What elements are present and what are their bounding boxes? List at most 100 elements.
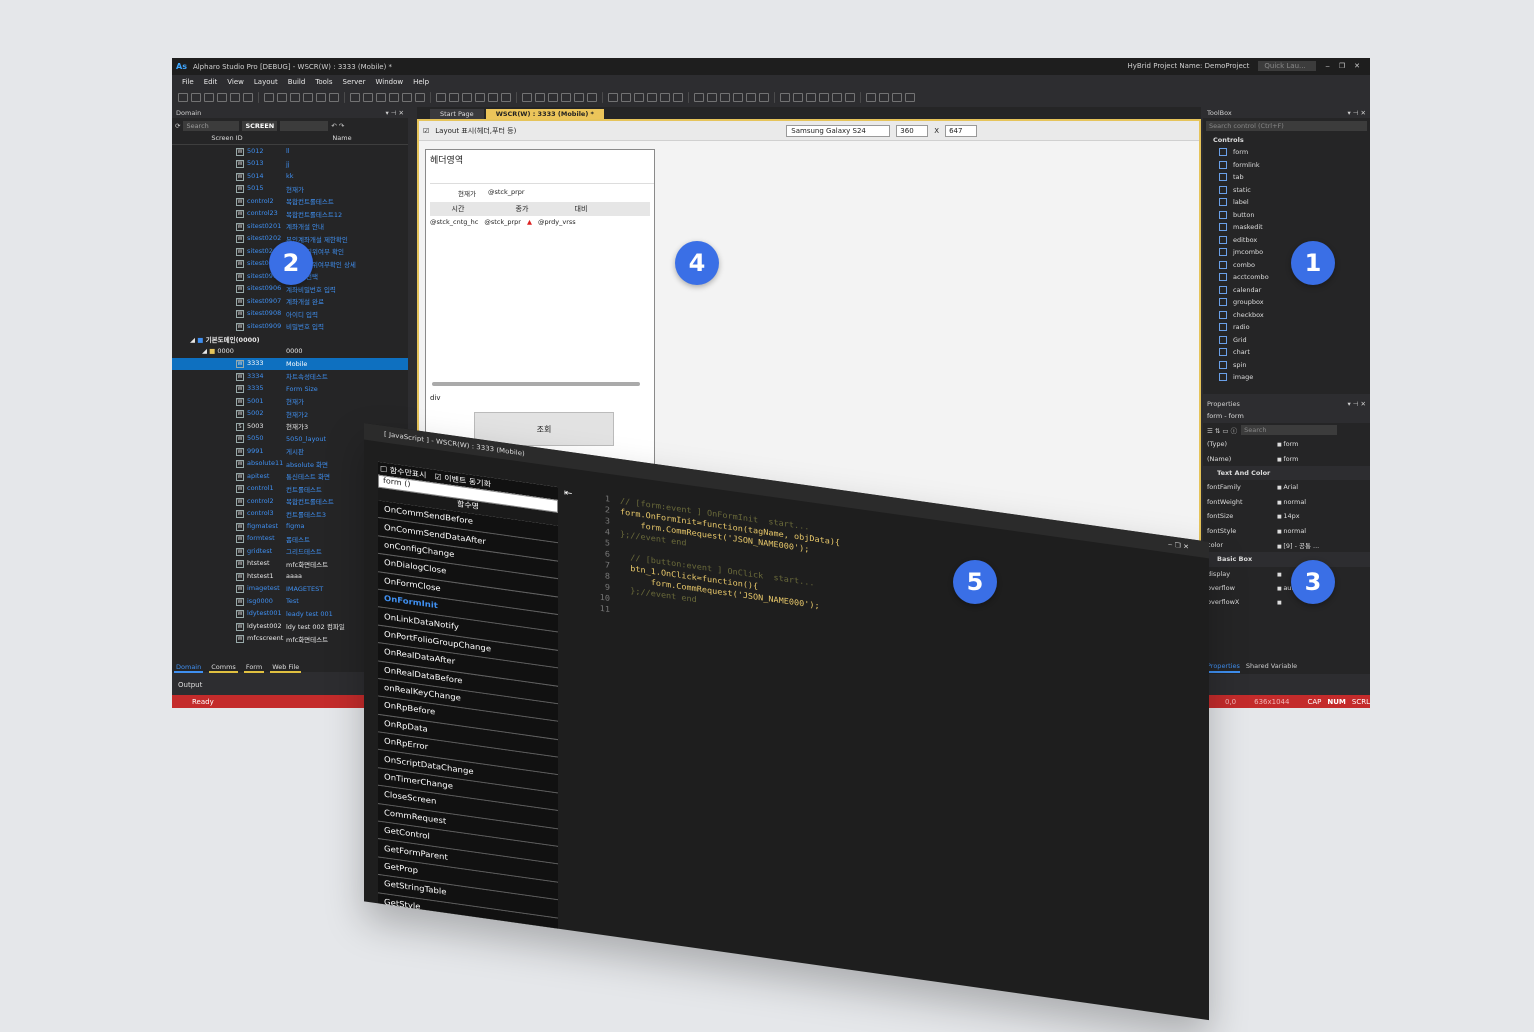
toolbar-icon[interactable] [436,92,446,102]
menu-item[interactable]: File [182,78,194,86]
toolbar-icon[interactable] [660,92,670,102]
toolbar-icon[interactable] [720,92,730,102]
menu-item[interactable]: Help [413,78,429,86]
tab-shared-variable[interactable]: Shared Variable [1246,662,1297,673]
tree-row[interactable]: W 5012 ll [172,145,408,158]
props-search[interactable]: Search [1241,425,1338,435]
domain-tab[interactable]: Domain [174,663,204,673]
tree-folder[interactable]: ◢ ■ 0000 0000 [172,345,408,358]
toolbar-icon[interactable] [522,92,532,102]
toolbar-icon[interactable] [694,92,704,102]
toolbar-icon[interactable] [316,92,326,102]
toolbar-icon[interactable] [780,92,790,102]
toolbox-item[interactable]: image [1203,371,1370,384]
tree-row[interactable]: W 5002 현재가2 [172,408,408,421]
panel-pin-icon[interactable]: ▾ ⊣ ✕ [385,109,404,117]
toolbox-item[interactable]: button [1203,209,1370,222]
property-row[interactable]: (Type) form [1203,437,1370,451]
toolbar-icon[interactable] [746,92,756,102]
tree-row[interactable]: Wcontrol2 복합컨트롤테스트 [172,195,408,208]
collapse-icon[interactable]: ⇤ [564,488,572,499]
toolbar-icon[interactable] [191,92,201,102]
property-value[interactable]: form [1277,440,1298,448]
property-row[interactable]: fontFamily Arial [1203,480,1370,494]
toolbar-icon[interactable] [845,92,855,102]
toolbox-item[interactable]: calendar [1203,284,1370,297]
toolbar-icon[interactable] [475,92,485,102]
toolbar-icon[interactable] [819,92,829,102]
toolbar-icon[interactable] [673,92,683,102]
toolbox-item[interactable]: combo [1203,259,1370,272]
tree-group[interactable]: ◢ ■ 기본도메인(0000) [172,333,408,346]
height-input[interactable]: 647 [945,124,978,137]
panel-pin-icon[interactable]: ▾ ⊣ ✕ [1347,109,1366,117]
property-row[interactable]: color [9] - 공통 ... [1203,538,1370,552]
domain-tab[interactable]: Web File [270,663,302,673]
property-row[interactable]: overflowX [1203,595,1370,609]
menu-item[interactable]: Window [376,78,404,86]
toolbar-icon[interactable] [832,92,842,102]
toolbox-item[interactable]: label [1203,196,1370,209]
col-screen-id[interactable]: Screen ID [172,134,282,144]
property-group[interactable]: Text And Color [1203,465,1370,481]
property-row[interactable]: (Name) form [1203,451,1370,465]
toolbar-icon[interactable] [892,92,902,102]
toolbar-icon[interactable] [866,92,876,102]
toolbar-icon[interactable] [905,92,915,102]
menu-item[interactable]: Layout [254,78,278,86]
toolbox-item[interactable]: acctcombo [1203,271,1370,284]
property-value[interactable]: 14px [1277,512,1299,520]
toolbox-item[interactable]: jmcombo [1203,246,1370,259]
toolbar-icon[interactable] [516,91,517,103]
property-group[interactable]: Basic Box [1203,552,1370,567]
object-select[interactable]: form - form [1203,409,1370,423]
toolbar-icon[interactable] [363,92,373,102]
tab-properties[interactable]: Properties [1207,662,1240,673]
device-select[interactable]: Samsung Galaxy S24 [786,124,891,137]
tree-row[interactable]: Wsitest0907 계좌개설 완료 [172,295,408,308]
toolbar-icon[interactable] [574,92,584,102]
toolbar-icon[interactable] [376,92,386,102]
toolbar-icon[interactable] [774,91,775,103]
domain-tab[interactable]: Form [243,663,265,673]
toolbox-item[interactable]: spin [1203,359,1370,372]
layout-checkbox[interactable]: ☑ [423,127,429,135]
tree-row[interactable]: W 3335 Form Size [172,383,408,396]
menu-item[interactable]: Tools [315,78,332,86]
header-area[interactable]: 헤더영역 [426,150,654,169]
menu-item[interactable]: Build [288,78,306,86]
toolbar-icon[interactable] [759,92,769,102]
tree-row[interactable]: Wsitest0909 비밀번호 입력 [172,320,408,333]
toolbar-icon[interactable] [488,92,498,102]
property-row[interactable]: fontStyle normal [1203,523,1370,537]
toolbar-icon[interactable] [230,92,240,102]
toolbar-icon[interactable] [415,92,425,102]
toolbar-icon[interactable] [806,92,816,102]
toolbar-icon[interactable] [462,92,472,102]
toolbar-icon[interactable] [501,92,511,102]
toolbox-item[interactable]: checkbox [1203,309,1370,322]
toolbar-icon[interactable] [733,92,743,102]
tree-row[interactable]: Wcontrol23 복합컨트롤테스트12 [172,208,408,221]
toolbar-icon[interactable] [602,91,603,103]
restore-button[interactable]: ❐ [1339,62,1345,70]
toolbox-item[interactable]: form [1203,146,1370,159]
toolbar-icon[interactable] [344,91,345,103]
refresh-icon[interactable]: ⟳ [175,122,180,130]
toolbar-icon[interactable] [430,91,431,103]
toolbar-icon[interactable] [647,92,657,102]
toolbar-icon[interactable] [329,92,339,102]
toolbar-icon[interactable] [243,92,253,102]
toolbar-icon[interactable] [217,92,227,102]
toolbar-icon[interactable] [449,92,459,102]
tree-row[interactable]: W 3334 차트속성테스트 [172,370,408,383]
toolbar-icon[interactable] [561,92,571,102]
minimize-button[interactable]: ‒ [1325,62,1329,70]
toolbar-icon[interactable] [303,92,313,102]
editor-tab[interactable]: Start Page [430,109,484,119]
toolbar-icon[interactable] [879,92,889,102]
property-value[interactable] [1277,598,1282,606]
tree-row[interactable]: Wsitest0201 계좌개설 안내 [172,220,408,233]
toolbox-search[interactable]: Search control (Ctrl+F) [1206,121,1367,131]
tree-row[interactable]: Wsitest0908 아이디 입력 [172,308,408,321]
